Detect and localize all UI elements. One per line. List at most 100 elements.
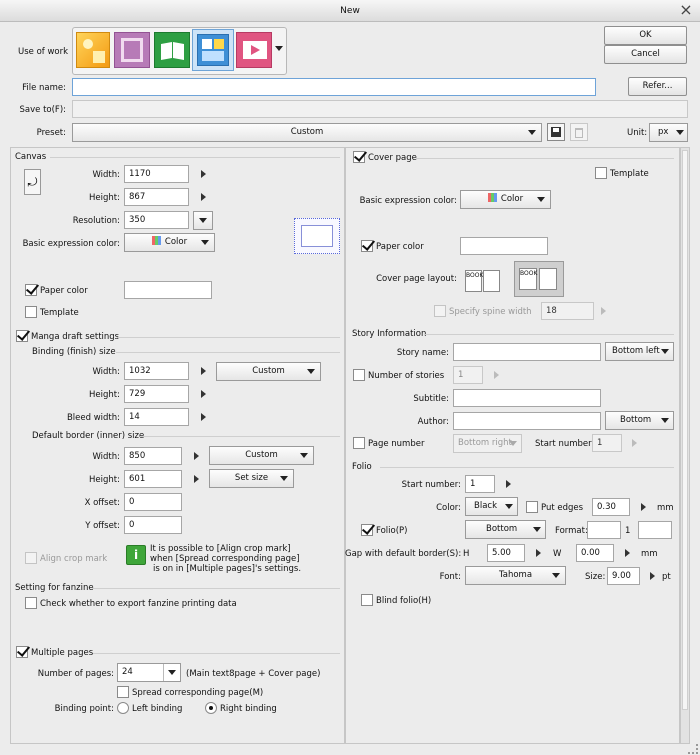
left-binding-radio[interactable] (117, 702, 129, 714)
spread-page-label: Spread corresponding page(M) (132, 688, 264, 698)
comic-work-icon[interactable] (154, 32, 190, 68)
number-of-pages-dropdown[interactable]: 24 (117, 663, 181, 682)
preset-dropdown[interactable]: Custom (72, 123, 542, 142)
canvas-basic-color-dropdown[interactable]: Color (124, 233, 215, 252)
align-crop-mark-label: Align crop mark (40, 554, 108, 564)
binding-height-arrow[interactable] (201, 390, 206, 398)
webtoon-work-icon[interactable] (114, 32, 150, 68)
story-name-pos-dropdown[interactable]: Bottom left (605, 342, 674, 361)
file-name-input[interactable] (72, 78, 596, 96)
delete-preset-icon[interactable] (570, 123, 588, 141)
canvas-height-label: Height: (89, 193, 120, 203)
number-of-stories-label: Number of stories (368, 371, 445, 381)
cover-template-checkbox[interactable] (595, 167, 607, 179)
folio-p-checkbox[interactable] (361, 524, 373, 536)
ok-button[interactable]: OK (604, 26, 687, 45)
cancel-button[interactable]: Cancel (604, 45, 687, 64)
cover-basic-color-dropdown[interactable]: Color (460, 190, 551, 209)
number-of-stories-checkbox[interactable] (353, 369, 365, 381)
canvas-height-input[interactable]: 867 (124, 188, 189, 206)
spread-page-checkbox[interactable] (117, 686, 129, 698)
size-arrow[interactable] (650, 572, 655, 580)
show-all-comic-settings-icon[interactable] (192, 29, 234, 71)
binding-preset-dropdown[interactable]: Custom (216, 362, 321, 381)
animation-work-icon[interactable] (236, 32, 272, 68)
preset-value: Custom (290, 127, 324, 137)
folio-color-dropdown[interactable]: Black (465, 497, 518, 516)
gap-w-input[interactable]: 0.00 (576, 544, 614, 562)
cover-paper-color-checkbox[interactable] (361, 240, 373, 252)
right-binding-radio[interactable] (205, 702, 217, 714)
canvas-basic-color-label: Basic expression color: (22, 239, 120, 249)
x-offset-label: X offset: (84, 498, 120, 508)
illustration-work-icon[interactable] (76, 32, 110, 68)
manga-draft-checkbox[interactable] (16, 330, 28, 342)
resolution-dropdown[interactable] (193, 211, 213, 230)
folio-pos-dropdown[interactable]: Bottom (465, 520, 546, 539)
y-offset-input[interactable]: 0 (124, 516, 182, 534)
format-suffix-input[interactable] (638, 521, 672, 539)
multiple-pages-checkbox[interactable] (16, 646, 28, 658)
gap-h-arrow[interactable] (536, 549, 541, 557)
cover-page-checkbox[interactable] (353, 151, 365, 163)
x-offset-input[interactable]: 0 (124, 493, 182, 511)
page-number-pos-value: Bottom right (458, 438, 512, 448)
story-name-input[interactable] (453, 343, 601, 361)
author-label: Author: (417, 417, 449, 427)
work-type-dropdown-arrow[interactable] (275, 46, 283, 51)
border-width-arrow[interactable] (194, 452, 199, 460)
border-width-input[interactable]: 850 (124, 447, 182, 465)
size-input[interactable]: 9.00 (607, 567, 640, 585)
cover-paper-color-swatch[interactable] (460, 237, 548, 255)
format-label: Format: (555, 526, 588, 536)
close-button[interactable]: × (678, 2, 694, 19)
gap-h-label: H (463, 549, 470, 559)
font-dropdown[interactable]: Tahoma (465, 566, 566, 585)
canvas-height-arrow[interactable] (201, 193, 206, 201)
format-prefix-input[interactable] (587, 521, 621, 539)
put-edges-checkbox[interactable] (526, 501, 538, 513)
cover-paper-color-label: Paper color (376, 242, 424, 252)
gap-w-arrow[interactable] (625, 549, 630, 557)
resize-grip[interactable] (688, 744, 698, 754)
rotate-canvas-icon[interactable]: ⤾ (24, 169, 41, 195)
bleed-width-input[interactable]: 14 (124, 408, 189, 426)
edge-width-input[interactable]: 0.30 (592, 498, 630, 516)
spine-width-input: 18 (541, 302, 594, 320)
author-pos-dropdown[interactable]: Bottom (605, 411, 674, 430)
resolution-input[interactable]: 350 (124, 211, 189, 229)
binding-width-arrow[interactable] (201, 367, 206, 375)
cover-layout-option-2[interactable]: BOOK (514, 261, 564, 297)
fanzine-checkbox[interactable] (25, 597, 37, 609)
border-height-arrow[interactable] (194, 475, 199, 483)
folio-start-number-input[interactable]: 1 (465, 475, 495, 493)
panel-scrollbar[interactable] (680, 147, 690, 744)
font-label: Font: (439, 572, 461, 582)
author-input[interactable] (453, 412, 601, 430)
set-size-dropdown[interactable]: Set size (209, 469, 294, 488)
edge-width-arrow[interactable] (641, 503, 646, 511)
canvas-template-checkbox[interactable] (25, 306, 37, 318)
border-preset-dropdown[interactable]: Custom (209, 446, 314, 465)
use-of-work-label: Use of work (18, 47, 69, 57)
canvas-paper-color-checkbox[interactable] (25, 284, 37, 296)
gap-h-input[interactable]: 5.00 (487, 544, 525, 562)
align-crop-mark-checkbox[interactable] (25, 552, 37, 564)
bleed-width-arrow[interactable] (201, 413, 206, 421)
unit-dropdown[interactable]: px (649, 123, 688, 142)
cover-layout-option-1[interactable]: BOOK (463, 266, 503, 296)
canvas-paper-color-swatch[interactable] (124, 281, 212, 299)
save-preset-icon[interactable] (547, 123, 565, 141)
border-height-input[interactable]: 601 (124, 470, 182, 488)
canvas-width-arrow[interactable] (201, 170, 206, 178)
binding-width-input[interactable]: 1032 (124, 362, 189, 380)
spine-width-checkbox[interactable] (434, 305, 446, 317)
refer-button[interactable]: Refer... (628, 77, 687, 96)
blind-folio-checkbox[interactable] (361, 594, 373, 606)
story-info-title: Story Information (352, 329, 427, 339)
page-number-checkbox[interactable] (353, 437, 365, 449)
canvas-width-input[interactable]: 1170 (124, 165, 189, 183)
folio-start-number-arrow[interactable] (506, 480, 511, 488)
binding-height-input[interactable]: 729 (124, 385, 189, 403)
subtitle-input[interactable] (453, 389, 601, 407)
